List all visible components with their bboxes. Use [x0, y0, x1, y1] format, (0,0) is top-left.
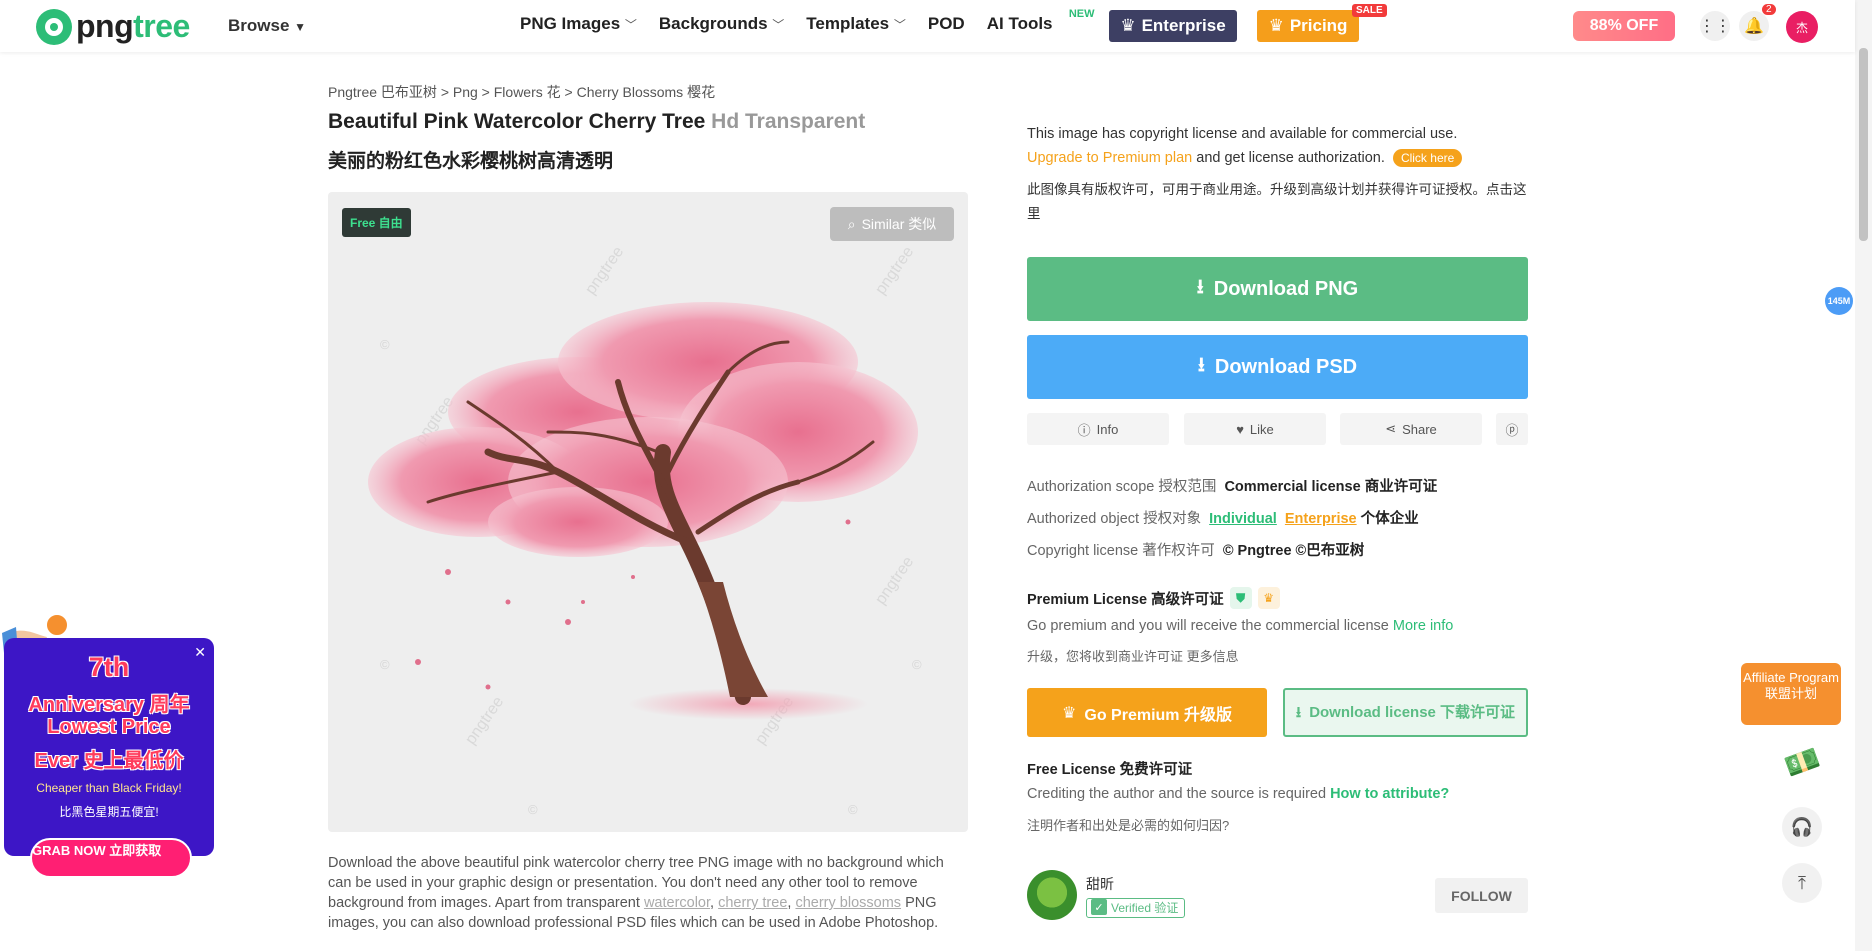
promo-headline: 7th — [88, 652, 130, 682]
grab-now-button[interactable]: GRAB NOW 立即获取 — [30, 838, 192, 878]
nav-pod[interactable]: POD — [928, 14, 965, 34]
authorized-object-row: Authorized object 授权对象 Individual Enterp… — [1027, 511, 1419, 527]
verified-badge: Verified 验证 — [1086, 898, 1186, 918]
back-to-top-icon[interactable]: ⤒ — [1782, 863, 1822, 903]
page-title: Beautiful Pink Watercolor Cherry Tree Hd… — [328, 110, 866, 133]
breadcrumb[interactable]: Pngtree 巴布亚树 > Png > Flowers 花 > Cherry … — [328, 82, 715, 102]
share-icon: ⋖ — [1385, 421, 1397, 436]
memory-badge[interactable]: 145M — [1825, 287, 1853, 315]
info-button[interactable]: ⓘ Info — [1027, 413, 1169, 445]
sale-badge: SALE — [1352, 4, 1387, 17]
info-icon: ⓘ — [1077, 422, 1091, 438]
top-header: pngtree Browse ▼ PNG Images ﹀ Background… — [0, 0, 1855, 52]
promo-subtext-en: Cheaper than Black Friday! — [36, 781, 182, 795]
free-license-text-cn: 注明作者和出处是必需的如何归因? — [1027, 818, 1230, 833]
authorization-scope-row: Authorization scope 授权范围 Commercial lice… — [1027, 479, 1438, 495]
page-title-cn: 美丽的粉红色水彩樱桃树高清透明 — [328, 151, 614, 172]
crown-icon: ♛ — [1120, 16, 1136, 35]
go-premium-button[interactable]: ♛ Go Premium 升级版 — [1027, 688, 1267, 737]
page-scrollbar[interactable] — [1855, 0, 1872, 951]
logo-mark-icon — [36, 8, 72, 45]
user-avatar[interactable]: 杰 — [1786, 11, 1818, 43]
promo-line-1: Anniversary 周年 — [28, 694, 190, 716]
promo-line-2: Lowest Price — [47, 716, 171, 738]
premium-license-text-cn: 升级，您将收到商业许可证 更多信息 — [1027, 649, 1239, 664]
copyright-notice: This image has copyright license and ava… — [1027, 122, 1487, 170]
premium-license-text: Go premium and you will receive the comm… — [1027, 618, 1454, 634]
author-avatar[interactable] — [1027, 870, 1077, 920]
chevron-down-icon: ﹀ — [893, 18, 906, 32]
crown-icon: ♛ — [1062, 704, 1077, 722]
image-description: Download the above beautiful pink waterc… — [328, 855, 944, 931]
browse-menu[interactable]: Browse ▼ — [228, 16, 306, 36]
free-license-text: Crediting the author and the source is r… — [1027, 786, 1450, 802]
click-here-button[interactable]: Click here — [1392, 149, 1463, 167]
pngtree-logo[interactable]: pngtree — [36, 8, 190, 45]
money-icon[interactable]: 💵 — [1774, 734, 1830, 790]
chevron-down-icon: ﹀ — [772, 18, 785, 32]
shield-icon: ⛊ — [1229, 587, 1252, 609]
follow-button[interactable]: FOLLOW — [1435, 878, 1528, 913]
pricing-button[interactable]: ♛ Pricing — [1257, 10, 1359, 42]
download-icon: ⭳ — [1197, 354, 1205, 376]
download-icon: ⭳ — [1196, 276, 1204, 298]
download-psd-button[interactable]: ⭳ Download PSD — [1027, 335, 1528, 399]
nav-ai-tools[interactable]: AI Tools NEW — [987, 8, 1095, 34]
promo-subtext-cn: 比黑色星期五便宜! — [59, 805, 159, 819]
share-button[interactable]: ⋖ Share — [1340, 413, 1482, 445]
heart-icon: ♥ — [1236, 421, 1244, 437]
anniversary-promo-popup[interactable]: ✕ 7th Anniversary 周年 Lowest Price Ever 史… — [4, 638, 214, 856]
cherry-tree-illustration — [368, 302, 918, 720]
apps-grid-icon[interactable]: ⋮⋮ — [1699, 11, 1731, 41]
upgrade-link[interactable]: Upgrade to Premium plan — [1027, 150, 1192, 166]
nav-png-images[interactable]: PNG Images ﹀ — [520, 14, 637, 34]
author-name[interactable]: 甜昕 — [1086, 874, 1114, 894]
download-icon: ⭳ — [1295, 703, 1302, 721]
enterprise-button[interactable]: ♛ Enterprise — [1109, 10, 1237, 42]
discount-badge[interactable]: 88% OFF — [1573, 11, 1675, 41]
more-info-link[interactable]: More info — [1393, 618, 1453, 634]
crown-icon: ♛ — [1268, 16, 1284, 35]
enterprise-link[interactable]: Enterprise — [1285, 511, 1357, 527]
image-preview[interactable]: Free 自由 ⌕ Similar 类似 pngtree pngtree pngt… — [328, 192, 968, 832]
copyright-notice-cn: 此图像具有版权许可，可用于商业用途。升级到高级计划并获得许可证授权。点击这里 — [1027, 182, 1527, 221]
crown-icon: ♛ — [1257, 587, 1280, 609]
download-png-button[interactable]: ⭳ Download PNG — [1027, 257, 1528, 321]
how-to-attribute-link[interactable]: How to attribute? — [1330, 786, 1449, 802]
pinterest-icon: ⓟ — [1505, 422, 1519, 438]
download-license-button[interactable]: ⭳ Download license 下载许可证 — [1283, 688, 1528, 737]
headset-support-icon[interactable]: 🎧 — [1782, 807, 1822, 847]
affiliate-program-button[interactable]: Affiliate Program 联盟计划 — [1741, 663, 1841, 725]
like-button[interactable]: ♥ Like — [1184, 413, 1326, 445]
main-nav: PNG Images ﹀ Backgrounds ﹀ Templates ﹀ P… — [520, 8, 1095, 34]
tag-link[interactable]: cherry blossoms — [795, 895, 901, 911]
caret-down-icon: ▼ — [294, 20, 307, 34]
individual-link[interactable]: Individual — [1209, 511, 1277, 527]
tag-link[interactable]: cherry tree — [718, 895, 787, 911]
new-badge: NEW — [1068, 8, 1095, 20]
premium-license-heading: Premium License 高级许可证 ⛊ ♛ — [1027, 587, 1280, 609]
scrollbar-thumb[interactable] — [1859, 48, 1868, 241]
copyright-license-row: Copyright license 著作权许可 © Pngtree ©巴布亚树 — [1027, 543, 1365, 559]
logo-text: pngtree — [76, 8, 190, 44]
pinterest-button[interactable]: ⓟ — [1496, 413, 1528, 445]
nav-templates[interactable]: Templates ﹀ — [806, 14, 906, 34]
tag-link[interactable]: watercolor — [644, 895, 710, 911]
free-license-heading: Free License 免费许可证 — [1027, 762, 1193, 778]
nav-backgrounds[interactable]: Backgrounds ﹀ — [659, 14, 784, 34]
chevron-down-icon: ﹀ — [624, 18, 637, 32]
notification-count: 2 — [1762, 4, 1776, 15]
notification-bell-icon[interactable]: 🔔 — [1739, 11, 1769, 41]
promo-line-3: Ever 史上最低价 — [34, 750, 184, 772]
